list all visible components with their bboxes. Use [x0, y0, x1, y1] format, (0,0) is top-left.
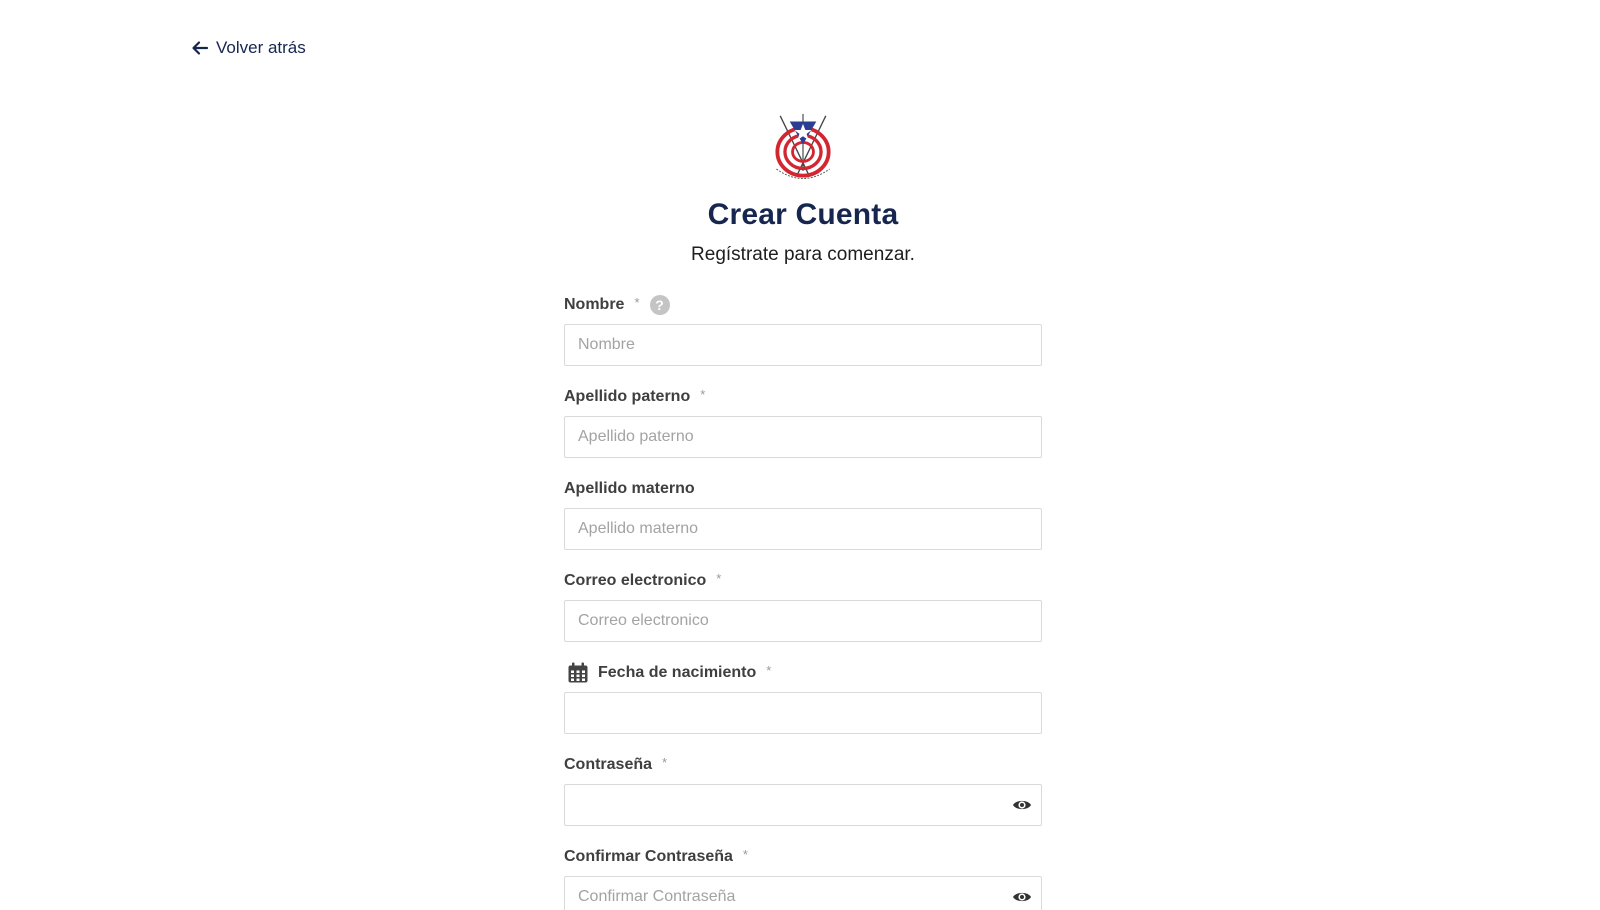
- required-mark: *: [742, 846, 748, 862]
- input-wrap-apellido-materno: [564, 508, 1042, 550]
- back-link-label: Volver atrás: [216, 38, 306, 57]
- email-input[interactable]: [564, 600, 1042, 642]
- required-mark: *: [634, 294, 640, 310]
- label-row-contrasena: Contraseña *: [564, 750, 1042, 780]
- label-confirmar: Confirmar Contraseña: [564, 848, 733, 865]
- back-link[interactable]: Volver atrás: [190, 38, 306, 58]
- label-row-fecha: Fecha de nacimiento *: [564, 658, 1042, 688]
- apellido-paterno-input[interactable]: [564, 416, 1042, 458]
- label-correo: Correo electronico: [564, 572, 707, 589]
- password-input[interactable]: [564, 784, 1042, 826]
- input-wrap-nombre: [564, 324, 1042, 366]
- input-wrap-contrasena: [564, 784, 1042, 826]
- eye-icon[interactable]: [1012, 887, 1032, 907]
- birthdate-input[interactable]: [564, 692, 1042, 734]
- required-mark: *: [766, 662, 772, 678]
- logo-wrap: [564, 112, 1042, 188]
- label-row-correo: Correo electronico *: [564, 566, 1042, 596]
- label-row-apellido-paterno: Apellido paterno *: [564, 382, 1042, 412]
- signup-page: Volver atrás Crear Cuenta Regístrate par…: [0, 0, 1600, 910]
- label-row-nombre: Nombre * ?: [564, 290, 1042, 320]
- field-correo: Correo electronico *: [564, 566, 1042, 658]
- eye-icon[interactable]: [1012, 795, 1032, 815]
- input-wrap-correo: [564, 600, 1042, 642]
- field-confirmar: Confirmar Contraseña *: [564, 842, 1042, 910]
- field-fecha: Fecha de nacimiento *: [564, 658, 1042, 750]
- field-contrasena: Contraseña *: [564, 750, 1042, 842]
- apellido-materno-input[interactable]: [564, 508, 1042, 550]
- signup-card: Crear Cuenta Regístrate para comenzar. N…: [564, 112, 1042, 910]
- label-row-apellido-materno: Apellido materno: [564, 474, 1042, 504]
- nombre-input[interactable]: [564, 324, 1042, 366]
- required-mark: *: [716, 570, 722, 586]
- question-circle-icon[interactable]: ?: [649, 295, 670, 315]
- page-title: Crear Cuenta: [707, 198, 899, 231]
- input-wrap-apellido-paterno: [564, 416, 1042, 458]
- field-apellido-paterno: Apellido paterno *: [564, 382, 1042, 474]
- label-nombre: Nombre: [564, 296, 625, 313]
- field-apellido-materno: Apellido materno: [564, 474, 1042, 566]
- page-subtitle: Regístrate para comenzar.: [691, 244, 915, 265]
- calendar-icon: [568, 662, 588, 683]
- field-nombre: Nombre * ?: [564, 290, 1042, 382]
- arrow-left-icon: [192, 41, 209, 55]
- label-apellido-paterno: Apellido paterno: [564, 388, 691, 405]
- label-contrasena: Contraseña: [564, 756, 653, 773]
- required-mark: *: [662, 754, 668, 770]
- input-wrap-confirmar: [564, 876, 1042, 910]
- label-fecha: Fecha de nacimiento: [598, 664, 757, 681]
- label-row-confirmar: Confirmar Contraseña *: [564, 842, 1042, 872]
- signup-form: Nombre * ? Apellido paterno *: [564, 290, 1042, 910]
- required-mark: *: [700, 386, 706, 402]
- confirm-password-input[interactable]: [564, 876, 1042, 910]
- federation-logo: [775, 113, 831, 179]
- label-apellido-materno: Apellido materno: [564, 480, 695, 497]
- input-wrap-fecha: [564, 692, 1042, 734]
